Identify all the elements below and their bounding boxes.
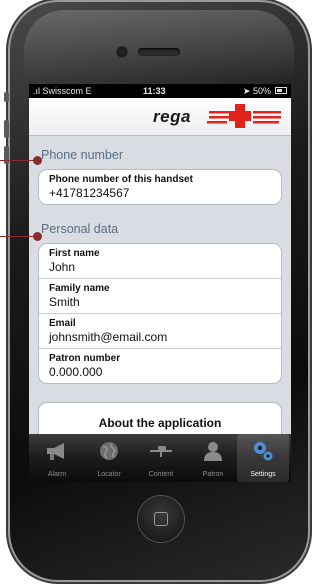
- callout-line-personal: [0, 236, 37, 237]
- carrier-name: Swisscom: [42, 86, 84, 96]
- front-camera: [117, 47, 127, 57]
- section-title-personal: Personal data: [41, 222, 119, 236]
- person-icon: [204, 442, 222, 461]
- phone-gloss: [24, 10, 294, 80]
- field-value[interactable]: johnsmith@email.com: [49, 330, 271, 344]
- section-title-phone: Phone number: [41, 148, 124, 162]
- field-label: Patron number: [49, 353, 121, 364]
- tab-bar: Alarm Locator Content Patron Settings: [29, 434, 291, 482]
- field-label: First name: [49, 248, 100, 259]
- tab-alarm[interactable]: Alarm: [31, 434, 83, 482]
- carrier-label: .ıl Swisscom E: [33, 84, 92, 98]
- field-label: Phone number of this handset: [49, 174, 193, 185]
- family-name-field[interactable]: Family name Smith: [39, 279, 281, 314]
- status-bar: .ıl Swisscom E 11:33 ➤ 50%: [29, 84, 291, 98]
- network-type: E: [85, 86, 92, 96]
- tab-patron[interactable]: Patron: [187, 434, 239, 482]
- email-field[interactable]: Email johnsmith@email.com: [39, 314, 281, 349]
- field-label: Family name: [49, 283, 110, 294]
- tab-label: Patron: [202, 471, 224, 478]
- tab-label: Alarm: [47, 471, 67, 478]
- signal-icon: .ıl: [33, 86, 43, 96]
- field-value[interactable]: Smith: [49, 295, 271, 309]
- tab-label: Settings: [250, 471, 276, 478]
- field-value[interactable]: +41781234567: [49, 186, 271, 200]
- tab-content[interactable]: Content: [135, 434, 187, 482]
- field-label: Email: [49, 318, 76, 329]
- personal-group: First name John Family name Smith Email …: [38, 243, 282, 384]
- tab-label: Content: [148, 471, 174, 478]
- globe-icon: [100, 442, 118, 460]
- about-application-button[interactable]: About the application: [38, 402, 282, 434]
- helicopter-icon: [150, 446, 172, 457]
- gears-icon: [254, 442, 273, 461]
- settings-content: Phone number Phone number of this handse…: [29, 135, 291, 434]
- rega-cross-logo-icon: [207, 104, 281, 128]
- earpiece-speaker: [138, 48, 180, 56]
- brand-logo-text: rega: [153, 107, 191, 126]
- callout-dot-phone: [33, 156, 42, 165]
- clock: 11:33: [143, 86, 166, 96]
- tab-locator[interactable]: Locator: [83, 434, 135, 482]
- phone-group: Phone number of this handset +4178123456…: [38, 169, 282, 205]
- battery-icon: [275, 87, 287, 94]
- phone-number-field[interactable]: Phone number of this handset +4178123456…: [39, 170, 281, 204]
- tab-settings[interactable]: Settings: [237, 434, 289, 482]
- location-arrow-icon: ➤: [242, 86, 251, 96]
- megaphone-icon: [47, 443, 64, 460]
- mute-switch: [4, 92, 9, 102]
- nav-bar: rega: [29, 98, 291, 136]
- callout-line-phone: [0, 160, 37, 161]
- home-button[interactable]: [138, 496, 184, 542]
- callout-dot-personal: [33, 232, 42, 241]
- first-name-field[interactable]: First name John: [39, 244, 281, 279]
- battery-percent: 50%: [252, 86, 271, 96]
- patron-number-field[interactable]: Patron number 0.000.000: [39, 349, 281, 383]
- tab-label: Locator: [97, 471, 121, 478]
- battery-area: ➤ 50%: [243, 84, 271, 98]
- volume-down-button: [4, 146, 9, 164]
- volume-up-button: [4, 120, 9, 138]
- phone-screen: .ıl Swisscom E 11:33 ➤ 50% rega Phone nu…: [29, 84, 291, 482]
- field-value[interactable]: 0.000.000: [49, 365, 271, 379]
- field-value[interactable]: John: [49, 260, 271, 274]
